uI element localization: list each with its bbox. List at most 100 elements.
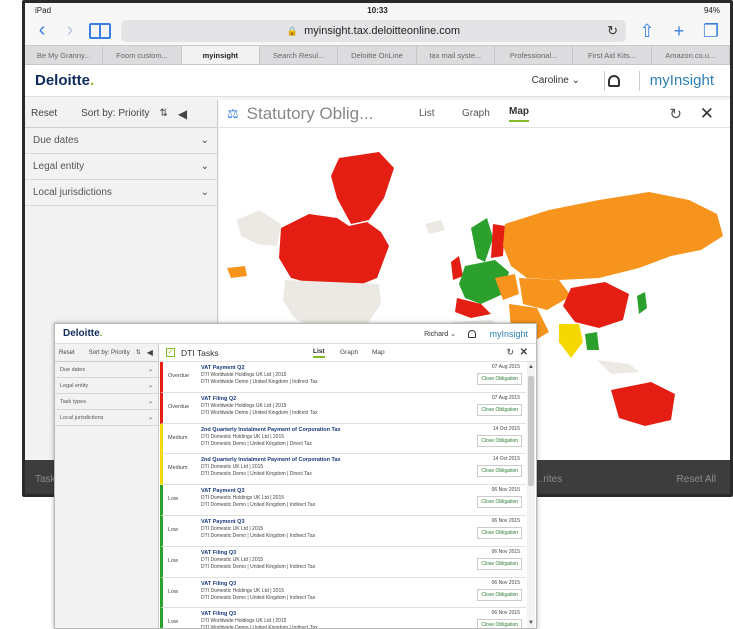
scroll-down-icon[interactable]: ▼ <box>527 620 535 626</box>
refresh-icon[interactable]: ↻ <box>669 105 682 123</box>
bell-icon[interactable] <box>468 330 476 338</box>
sort-dropdown[interactable]: Sort by: Priority <box>81 108 149 119</box>
task-row[interactable]: Medium 2nd Quarterly Instalment Payment o… <box>160 454 526 486</box>
map-region-china[interactable] <box>563 282 629 328</box>
reset-button[interactable]: Reset <box>31 108 57 119</box>
browser-tab[interactable]: Professional... <box>495 46 574 64</box>
task-name[interactable]: VAT Payment Q3 <box>201 488 245 494</box>
close-obligation-button[interactable]: Close Obligation <box>477 465 522 478</box>
task-row[interactable]: Low VAT Payment Q3 DTI Domestic Holdings U… <box>160 485 526 516</box>
filter-row[interactable]: Legal entity ⌄ <box>25 154 217 180</box>
filter-row[interactable]: Local jurisdictions ⌄ <box>25 180 217 206</box>
task-name[interactable]: VAT Filing Q3 <box>201 550 236 556</box>
map-region-japan[interactable] <box>637 292 647 314</box>
task-row[interactable]: Low VAT Filing Q3 DTI Worldwide Holdings U… <box>160 608 526 628</box>
map-region-greenland[interactable] <box>331 152 394 224</box>
sort-order-icon[interactable]: ⇅ <box>159 108 167 119</box>
map-region-indonesia[interactable] <box>597 360 639 374</box>
chevron-down-icon[interactable]: ⌄ <box>201 135 209 146</box>
chevron-down-icon[interactable]: ⌄ <box>201 187 209 198</box>
tab-graph[interactable]: Graph <box>340 349 358 356</box>
browser-tab[interactable]: tax mail syste... <box>417 46 495 64</box>
browser-tab[interactable]: myinsight <box>181 46 260 64</box>
footer-favourites[interactable]: ...rites <box>535 474 562 485</box>
task-row[interactable]: Low VAT Payment Q3 DTI Domestic UK Ltd | 2… <box>160 515 526 547</box>
chevron-down-icon[interactable]: ⌄ <box>201 161 209 172</box>
browser-tab[interactable]: Deloitte OnLine <box>338 46 417 64</box>
deloitte-logo[interactable]: Deloitte. <box>35 72 94 89</box>
bookmarks-icon[interactable] <box>89 23 111 39</box>
reload-icon[interactable]: ↻ <box>607 23 618 39</box>
map-region-southeast-asia[interactable] <box>585 332 599 350</box>
scroll-up-icon[interactable]: ▲ <box>527 364 535 370</box>
close-obligation-button[interactable]: Close Obligation <box>477 373 522 385</box>
browser-tab[interactable]: Foom custom... <box>103 46 182 64</box>
chevron-down-icon[interactable]: ⌄ <box>148 398 153 405</box>
task-name[interactable]: VAT Payment Q3 <box>201 519 245 525</box>
close-obligation-button[interactable]: Close Obligation <box>477 434 522 447</box>
close-obligation-button[interactable]: Close Obligation <box>477 403 522 416</box>
forward-icon[interactable]: › <box>61 20 79 41</box>
browser-tab[interactable]: Search Resul... <box>260 46 339 64</box>
filter-row[interactable]: Due dates ⌄ <box>25 128 217 154</box>
chevron-down-icon[interactable]: ⌄ <box>148 366 153 373</box>
task-row[interactable]: Medium 2nd Quarterly Instalment Payment o… <box>160 423 526 455</box>
task-row[interactable]: Low VAT Filing Q3 DTI Domestic Holdings UK… <box>160 577 526 609</box>
task-row[interactable]: Overdue VAT Filing Q2 DTI Worldwide Holdin… <box>160 392 526 424</box>
tabs-overview-icon[interactable]: ❐ <box>700 21 722 41</box>
user-menu[interactable]: Caroline ⌄ <box>532 75 580 86</box>
map-region-india[interactable] <box>559 324 583 358</box>
deloitte-logo[interactable]: Deloitte. <box>63 328 102 339</box>
address-bar[interactable]: 🔒 myinsight.tax.deloitteonline.com ↻ <box>121 20 626 42</box>
collapse-sidebar-icon[interactable]: ◀ <box>147 348 153 357</box>
tab-list[interactable]: List <box>419 108 435 119</box>
tab-map[interactable]: Map <box>509 106 529 122</box>
refresh-icon[interactable]: ↻ <box>506 347 514 358</box>
map-region-eastern-europe[interactable] <box>495 274 519 300</box>
filter-row[interactable]: Local jurisdictions ⌄ <box>55 410 158 426</box>
collapse-sidebar-icon[interactable]: ◀ <box>178 107 187 121</box>
new-tab-icon[interactable]: + <box>668 21 690 41</box>
user-menu[interactable]: Richard ⌄ <box>424 330 456 338</box>
map-region-west-africa[interactable] <box>227 266 247 278</box>
close-obligation-button[interactable]: Close Obligation <box>477 496 522 509</box>
task-row[interactable]: Overdue VAT Payment Q2 DTI Worldwide Holdi… <box>160 362 526 393</box>
filter-row[interactable]: Legal entity ⌄ <box>55 378 158 394</box>
task-name[interactable]: VAT Filing Q2 <box>201 396 236 402</box>
map-region-iceland[interactable] <box>425 220 445 234</box>
task-name[interactable]: 2nd Quarterly Instalment Payment of Corp… <box>201 427 341 433</box>
task-name[interactable]: 2nd Quarterly Instalment Payment of Corp… <box>201 457 341 463</box>
map-region-canada[interactable] <box>279 214 389 288</box>
map-region-australia[interactable] <box>611 382 675 426</box>
share-icon[interactable]: ⇧ <box>636 21 658 41</box>
back-icon[interactable]: ‹ <box>33 20 51 41</box>
footer-reset-all[interactable]: Reset All <box>677 474 716 485</box>
tab-map[interactable]: Map <box>372 349 385 356</box>
map-region-russia[interactable] <box>503 192 723 280</box>
scrollbar[interactable]: ▲ ▼ <box>527 362 535 628</box>
map-region-uk[interactable] <box>451 256 463 280</box>
tab-list[interactable]: List <box>313 348 325 358</box>
close-obligation-button[interactable]: Close Obligation <box>477 619 522 628</box>
map-region-scandinavia[interactable] <box>471 218 493 262</box>
sort-order-icon[interactable]: ⇅ <box>136 349 141 356</box>
browser-tab[interactable]: Amazon.co.u... <box>652 46 730 64</box>
chevron-down-icon[interactable]: ⌄ <box>148 414 153 421</box>
close-icon[interactable]: ✕ <box>520 347 528 358</box>
map-region-finland[interactable] <box>491 224 505 258</box>
map-region-alaska[interactable] <box>237 210 281 246</box>
bell-icon[interactable] <box>608 74 620 87</box>
scroll-thumb[interactable] <box>528 376 534 486</box>
close-obligation-button[interactable]: Close Obligation <box>477 588 522 601</box>
tab-graph[interactable]: Graph <box>462 108 490 119</box>
map-region-central-asia[interactable] <box>519 278 571 310</box>
chevron-down-icon[interactable]: ⌄ <box>148 382 153 389</box>
task-name[interactable]: VAT Filing Q3 <box>201 611 236 617</box>
filter-row[interactable]: Due dates ⌄ <box>55 362 158 378</box>
task-row[interactable]: Low VAT Filing Q3 DTI Domestic UK Ltd | 20… <box>160 546 526 578</box>
browser-tab[interactable]: First Aid Kits... <box>573 46 652 64</box>
close-icon[interactable]: ✕ <box>700 104 714 124</box>
reset-button[interactable]: Reset <box>59 350 75 356</box>
task-name[interactable]: VAT Filing Q3 <box>201 581 236 587</box>
close-obligation-button[interactable]: Close Obligation <box>477 557 522 570</box>
